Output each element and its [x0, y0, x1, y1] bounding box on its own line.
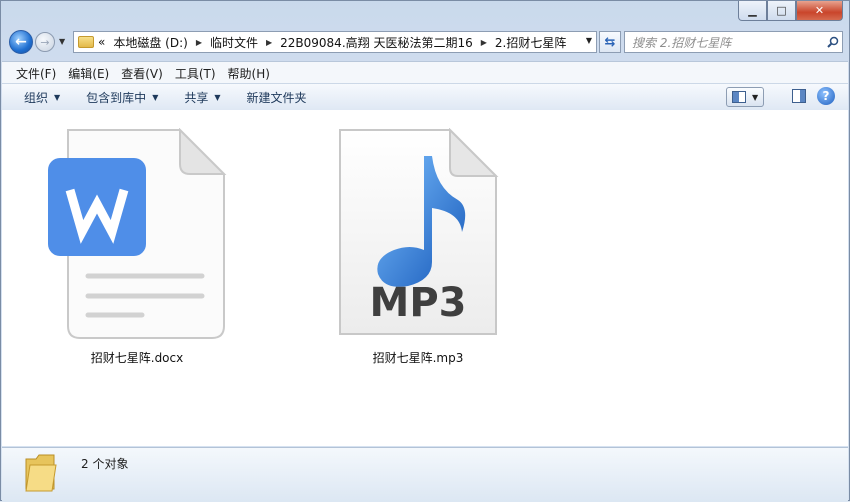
change-view-button[interactable]: ▼ — [726, 87, 764, 107]
back-arrow-icon: ← — [15, 34, 27, 50]
close-button[interactable]: ✕ — [796, 1, 843, 21]
search-icon[interactable] — [824, 33, 842, 51]
minimize-button[interactable]: ▁ — [738, 1, 767, 21]
chevron-down-icon[interactable]: ▼ — [752, 93, 758, 102]
details-pane: 2 个对象 — [2, 447, 848, 502]
recent-pages-dropdown[interactable]: ▼ — [59, 37, 65, 46]
navigation-row: ← → ▼ « 本地磁盘 (D:) ▶ 临时文件 ▶ 22B09084.高翔 天… — [9, 30, 843, 54]
help-button[interactable]: ? — [817, 87, 835, 105]
include-in-library-button[interactable]: 包含到库中 ▼ — [86, 89, 158, 106]
mp3-badge: MP3 — [370, 280, 467, 326]
file-item-docx[interactable]: 招财七星阵.docx — [42, 127, 232, 366]
file-list-view[interactable]: 招财七星阵.docx MP3 招财七星阵.mp3 — [2, 110, 848, 446]
wps-word-document-icon — [48, 127, 227, 339]
file-item-mp3[interactable]: MP3 招财七星阵.mp3 — [328, 127, 508, 366]
menu-help[interactable]: 帮助(H) — [228, 65, 270, 82]
address-bar[interactable]: « 本地磁盘 (D:) ▶ 临时文件 ▶ 22B09084.高翔 天医秘法第二期… — [73, 31, 597, 53]
chevron-down-icon: ▼ — [214, 92, 221, 102]
menu-view[interactable]: 查看(V) — [121, 65, 163, 82]
item-count: 2 个对象 — [81, 457, 129, 471]
new-folder-button[interactable]: 新建文件夹 — [247, 89, 307, 106]
menu-file[interactable]: 文件(F) — [16, 65, 56, 82]
breadcrumb-item-current[interactable]: 2.招财七星阵 — [495, 34, 566, 51]
share-button[interactable]: 共享 ▼ — [184, 89, 220, 106]
command-bar: 组织 ▼ 包含到库中 ▼ 共享 ▼ 新建文件夹 ▼ ? — [2, 83, 848, 111]
file-name: 招财七星阵.docx — [90, 351, 184, 365]
organize-button[interactable]: 组织 ▼ — [24, 89, 60, 106]
folder-icon — [78, 36, 94, 48]
refresh-icon: ⇆ — [604, 34, 616, 50]
preview-pane-button[interactable] — [792, 89, 806, 103]
address-history-dropdown[interactable]: ▼ — [586, 36, 592, 45]
chevron-down-icon: ▼ — [152, 92, 159, 102]
explorer-window: ▁ □ ✕ ← → ▼ « 本地磁盘 (D:) ▶ 临时文件 ▶ 22B0908… — [0, 0, 850, 502]
back-button[interactable]: ← — [9, 30, 33, 54]
include-label: 包含到库中 — [86, 90, 147, 105]
help-icon: ? — [822, 89, 830, 103]
refresh-button[interactable]: ⇆ — [599, 31, 621, 53]
chevron-right-icon[interactable]: ▶ — [266, 38, 272, 47]
chevron-down-icon: ▼ — [54, 92, 61, 102]
breadcrumb-item-temp[interactable]: 临时文件 — [210, 34, 258, 51]
new-folder-label: 新建文件夹 — [246, 90, 307, 105]
breadcrumb-item-course[interactable]: 22B09084.高翔 天医秘法第二期16 — [280, 34, 473, 51]
folder-icon — [25, 454, 57, 492]
breadcrumb: « 本地磁盘 (D:) ▶ 临时文件 ▶ 22B09084.高翔 天医秘法第二期… — [98, 34, 566, 51]
menu-bar: 文件(F) 编辑(E) 查看(V) 工具(T) 帮助(H) — [2, 61, 848, 84]
share-label: 共享 — [184, 90, 209, 105]
chevron-right-icon[interactable]: ▶ — [196, 38, 202, 47]
view-icon — [732, 91, 746, 103]
forward-arrow-icon: → — [40, 35, 50, 49]
menu-tools[interactable]: 工具(T) — [175, 65, 216, 82]
file-name: 招财七星阵.mp3 — [372, 351, 464, 365]
search-placeholder: 搜索 2.招财七星阵 — [632, 35, 732, 50]
menu-edit[interactable]: 编辑(E) — [68, 65, 109, 82]
mp3-file-icon: MP3 — [339, 127, 499, 335]
maximize-button[interactable]: □ — [767, 1, 796, 21]
forward-button[interactable]: → — [35, 32, 55, 52]
breadcrumb-overflow[interactable]: « — [98, 35, 105, 49]
chevron-right-icon[interactable]: ▶ — [481, 38, 487, 47]
organize-label: 组织 — [24, 90, 49, 105]
window-caption-buttons: ▁ □ ✕ — [738, 1, 843, 21]
search-box[interactable]: 搜索 2.招财七星阵 — [624, 31, 843, 53]
breadcrumb-item-drive[interactable]: 本地磁盘 (D:) — [113, 34, 187, 51]
